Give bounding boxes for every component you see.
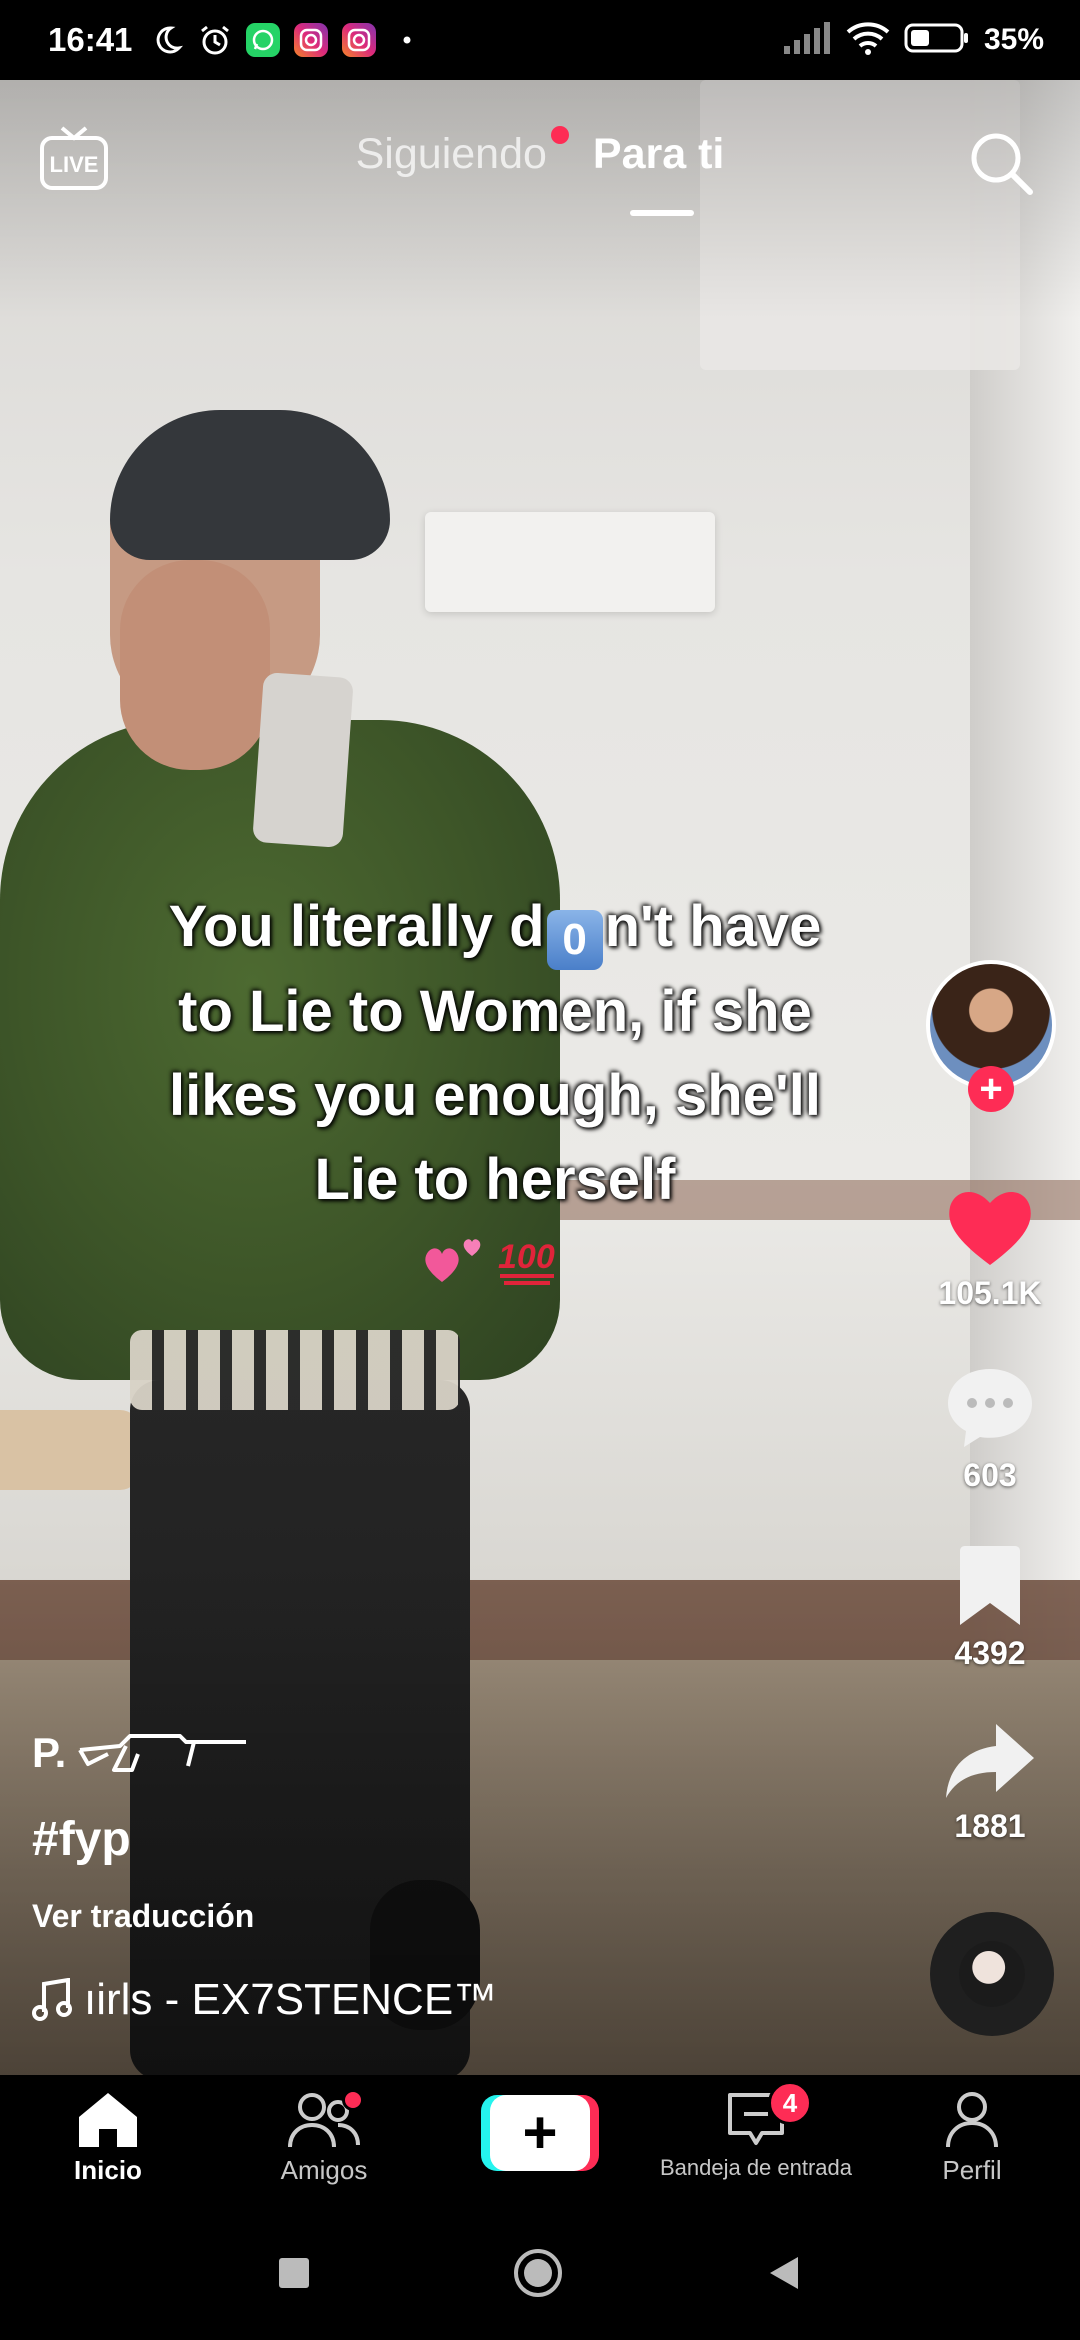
- comment-icon: [948, 1369, 1032, 1447]
- instagram-icon: [294, 23, 329, 57]
- alarm-icon: [198, 23, 232, 57]
- profile-icon: [946, 2092, 998, 2148]
- feed-tabs: Siguiendo Para ti: [0, 126, 1080, 179]
- back-icon[interactable]: [764, 2253, 804, 2293]
- signal-icon: [782, 21, 832, 59]
- like-count: 105.1K: [938, 1275, 1042, 1311]
- home-circle-icon[interactable]: [512, 2247, 564, 2299]
- wifi-icon: [846, 21, 890, 60]
- nav-inbox[interactable]: 4 Bandeja de entrada: [656, 2081, 856, 2181]
- hashtag-link[interactable]: #fyp: [32, 1812, 131, 1867]
- keycap-zero-digit: 0: [562, 915, 587, 964]
- nav-profile-label: Perfil: [942, 2155, 1002, 2185]
- status-bar: 16:41 35%: [0, 0, 1080, 80]
- battery-icon: [904, 22, 970, 59]
- sound-link[interactable]: ıirls - EX7STENCE™: [32, 1975, 497, 2025]
- share-button[interactable]: 1881: [930, 1720, 1050, 1845]
- sound-title: ıirls - EX7STENCE™: [84, 1975, 498, 2024]
- creator-avatar[interactable]: +: [926, 960, 1056, 1112]
- music-disc-icon[interactable]: [930, 1912, 1054, 2036]
- friends-notification-dot: [342, 2089, 364, 2111]
- battery-percent: 35%: [983, 23, 1044, 56]
- create-button[interactable]: +: [481, 2095, 599, 2171]
- nav-profile[interactable]: Perfil: [872, 2089, 1072, 2186]
- instagram-icon: [342, 23, 377, 57]
- rifle-icon: [78, 1734, 247, 1772]
- nav-friends-label: Amigos: [280, 2155, 368, 2185]
- share-arrow-icon: [946, 1724, 1034, 1798]
- share-count: 1881: [954, 1808, 1026, 1844]
- system-nav-bar: [0, 2205, 1080, 2340]
- hundred-points-icon: 100: [498, 1238, 555, 1285]
- bottom-nav: Inicio Amigos + 4 Bandeja de entrada Per…: [0, 2075, 1080, 2205]
- nav-create[interactable]: +: [440, 2089, 640, 2171]
- tab-following-label: Siguiendo: [355, 130, 547, 178]
- nav-home-label: Inicio: [74, 2155, 142, 2185]
- overlay-line: n't have: [604, 894, 822, 959]
- music-note-icon: [32, 1978, 72, 2021]
- overlay-emojis: 100: [420, 1228, 570, 1288]
- heart-icon: [949, 1191, 1031, 1265]
- follow-plus-button[interactable]: +: [968, 1066, 1014, 1112]
- nav-friends[interactable]: Amigos: [224, 2089, 424, 2186]
- active-tab-indicator: [630, 210, 694, 216]
- whatsapp-icon: [246, 23, 281, 57]
- comment-button[interactable]: 603: [930, 1365, 1050, 1494]
- plus-icon: +: [490, 2095, 590, 2171]
- save-count: 4392: [954, 1635, 1026, 1671]
- inbox-badge: 4: [768, 2081, 812, 2125]
- status-time: 16:41: [48, 21, 133, 58]
- moon-icon: [150, 23, 184, 57]
- bookmark-icon: [960, 1546, 1020, 1625]
- search-icon[interactable]: [966, 128, 1036, 198]
- comment-count: 603: [963, 1457, 1017, 1493]
- two-hearts-icon: [425, 1239, 481, 1282]
- notification-dot: [550, 126, 569, 144]
- svg-text:100: 100: [498, 1238, 555, 1276]
- nav-inbox-label: Bandeja de entrada: [659, 2155, 853, 2180]
- dot-icon: [390, 23, 424, 57]
- disc-cover: [959, 1941, 1025, 2007]
- video-text-overlay: You literally d 0 n't have to Lie to Women…: [100, 885, 890, 1222]
- creator-username[interactable]: P.: [32, 1728, 254, 1778]
- like-button[interactable]: 105.1K: [930, 1185, 1050, 1312]
- tab-following[interactable]: Siguiendo: [355, 126, 569, 179]
- nav-home[interactable]: Inicio: [8, 2089, 208, 2186]
- overlay-line: to Lie to Women, if she: [178, 979, 812, 1044]
- username-text: P.: [32, 1729, 67, 1776]
- overlay-line: likes you enough, she'll: [169, 1063, 821, 1128]
- see-translation-link[interactable]: Ver traducción: [32, 1898, 254, 1935]
- save-button[interactable]: 4392: [930, 1545, 1050, 1672]
- tab-for-you[interactable]: Para ti: [593, 130, 724, 179]
- home-icon: [79, 2093, 137, 2147]
- overlay-line: Lie to herself: [314, 1147, 676, 1212]
- keycap-zero-emoji: 0: [546, 910, 603, 970]
- recents-icon[interactable]: [276, 2255, 312, 2291]
- overlay-line: You literally d: [168, 894, 545, 959]
